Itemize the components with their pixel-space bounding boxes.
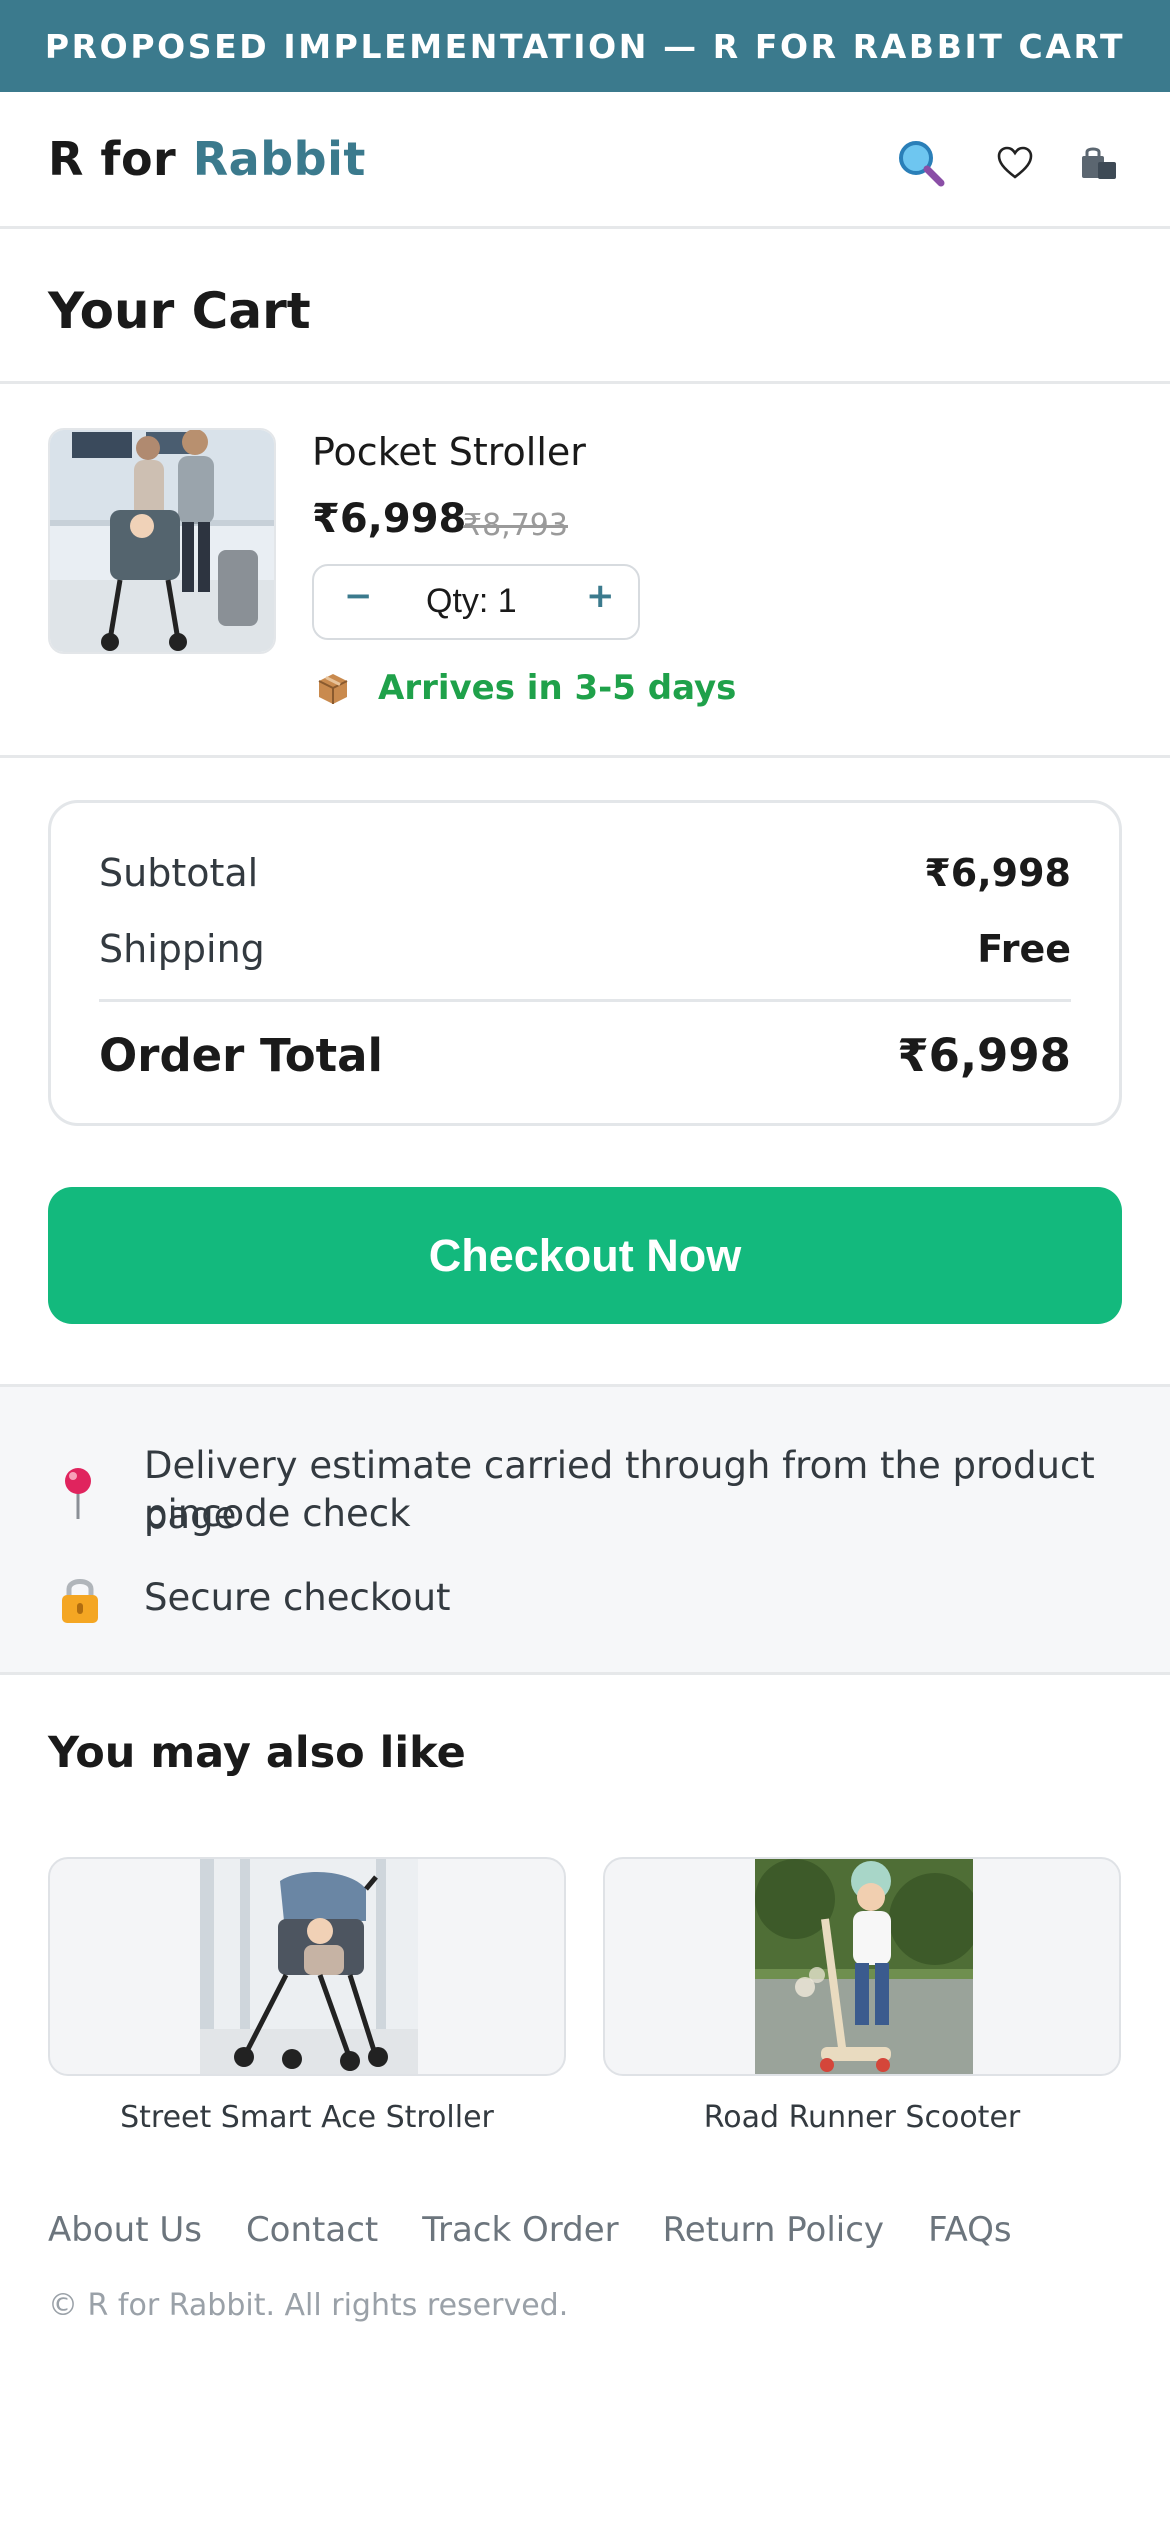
footer-link-track-order[interactable]: Track Order xyxy=(422,2210,618,2250)
brand-name-part2: Rabbit xyxy=(192,132,366,186)
recommendation-card[interactable] xyxy=(603,1857,1121,2076)
copyright-text: © R for Rabbit. All rights reserved. xyxy=(48,2288,569,2323)
footer-link-return-policy[interactable]: Return Policy xyxy=(663,2210,884,2250)
recommendation-name[interactable]: Street Smart Ace Stroller xyxy=(48,2100,566,2135)
recommendations-title: You may also like xyxy=(48,1728,466,1778)
footer-link-contact[interactable]: Contact xyxy=(246,2210,378,2250)
delivery-estimate: Arrives in 3-5 days xyxy=(378,668,737,708)
cart-item-price: ₹6,998 xyxy=(312,496,467,542)
qty-label: Qty: 1 xyxy=(426,582,517,620)
banner-text: PROPOSED IMPLEMENTATION — R FOR RABBIT C… xyxy=(44,26,1126,66)
heart-icon[interactable] xyxy=(988,136,1042,190)
pin-icon xyxy=(58,1465,98,1525)
order-total-label: Order Total xyxy=(99,1029,383,1082)
shipping-value: Free xyxy=(977,927,1071,971)
delivery-info-line2: pincode check xyxy=(144,1492,411,1535)
cart-item-image[interactable] xyxy=(48,428,276,654)
cart-item-name[interactable]: Pocket Stroller xyxy=(312,430,586,474)
footer-nav: About Us Contact Track Order Return Policy F… xyxy=(48,2210,1056,2250)
brand-name-part1: R for xyxy=(48,132,177,186)
recommendation-image xyxy=(200,1859,418,2074)
trust-info-section: Delivery estimate carried through from t… xyxy=(0,1384,1170,1675)
divider xyxy=(0,381,1170,384)
decrease-qty-button[interactable]: − xyxy=(344,576,373,616)
footer-link-faqs[interactable]: FAQs xyxy=(928,2210,1012,2250)
recommendation-name[interactable]: Road Runner Scooter xyxy=(603,2100,1121,2135)
lock-icon xyxy=(58,1575,102,1629)
page-title: Your Cart xyxy=(48,282,311,340)
order-total-value: ₹6,998 xyxy=(897,1029,1071,1082)
site-header: R for Rabbit xyxy=(0,92,1170,229)
recommendation-image xyxy=(755,1859,981,2074)
subtotal-value: ₹6,998 xyxy=(924,851,1071,895)
shopping-bag-icon[interactable] xyxy=(1072,136,1126,190)
promo-banner: PROPOSED IMPLEMENTATION — R FOR RABBIT C… xyxy=(0,0,1170,92)
cart-item-original-price: ₹8,793 xyxy=(463,508,568,543)
secure-checkout-text: Secure checkout xyxy=(144,1576,451,1619)
package-icon xyxy=(316,672,350,710)
recommendation-card[interactable] xyxy=(48,1857,566,2076)
divider xyxy=(0,755,1170,758)
search-icon[interactable] xyxy=(894,136,948,190)
footer-link-about[interactable]: About Us xyxy=(48,2210,202,2250)
brand-logo[interactable]: R for Rabbit xyxy=(48,132,366,186)
increase-qty-button[interactable]: + xyxy=(586,576,615,616)
shipping-label: Shipping xyxy=(99,927,265,971)
summary-divider xyxy=(99,999,1071,1002)
quantity-stepper: − Qty: 1 + xyxy=(312,564,640,640)
checkout-button[interactable]: Checkout Now xyxy=(48,1187,1122,1324)
order-summary-card: Subtotal ₹6,998 Shipping Free Order Tota… xyxy=(48,800,1122,1126)
subtotal-label: Subtotal xyxy=(99,851,259,895)
